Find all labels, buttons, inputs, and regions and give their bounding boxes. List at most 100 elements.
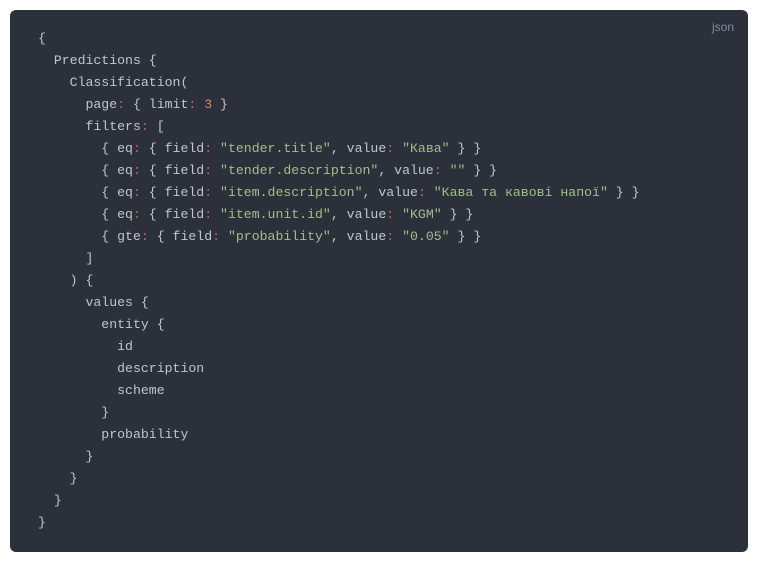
code-token: } } [450, 229, 482, 244]
code-line: ) { [38, 273, 93, 288]
code-token: } [38, 493, 62, 508]
code-token: "" [450, 163, 466, 178]
code-token: } } [608, 185, 640, 200]
code-token: { eq [38, 185, 133, 200]
code-token [426, 185, 434, 200]
code-token: 3 [204, 97, 212, 112]
code-token: { eq [38, 163, 133, 178]
code-token: : [204, 185, 212, 200]
code-token: page [38, 97, 117, 112]
code-line: probability [38, 427, 188, 442]
code-line: scheme [38, 383, 165, 398]
code-token: } [212, 97, 228, 112]
code-token: "Кава" [402, 141, 449, 156]
code-token: : [117, 97, 125, 112]
code-token: : [204, 207, 212, 222]
code-token: values { [38, 295, 149, 310]
code-token: { field [141, 185, 204, 200]
code-token [212, 207, 220, 222]
code-line: id [38, 339, 133, 354]
code-token: , value [363, 185, 418, 200]
code-line: } [38, 515, 46, 530]
code-token: "probability" [228, 229, 331, 244]
code-line: { gte: { field: "probability", value: "0… [38, 229, 481, 244]
code-line: Classification( [38, 75, 188, 90]
code-token: , value [331, 207, 386, 222]
code-token: { field [141, 163, 204, 178]
code-token: , value [331, 229, 386, 244]
code-token: { eq [38, 207, 133, 222]
code-token: "item.unit.id" [220, 207, 331, 222]
code-token: "Кава та кавові напої" [434, 185, 608, 200]
code-token: { gte [38, 229, 141, 244]
code-token: } [38, 405, 109, 420]
code-line: } [38, 471, 78, 486]
code-token: : [434, 163, 442, 178]
code-token: "0.05" [402, 229, 449, 244]
code-token [212, 141, 220, 156]
code: { Predictions { Classification( page: { … [38, 31, 640, 530]
code-token: "tender.title" [220, 141, 331, 156]
code-token [394, 141, 402, 156]
code-token: : [133, 207, 141, 222]
code-line: entity { [38, 317, 165, 332]
code-token [212, 185, 220, 200]
code-token: : [386, 229, 394, 244]
code-token [394, 229, 402, 244]
code-token: } } [450, 141, 482, 156]
code-token [220, 229, 228, 244]
code-token [442, 163, 450, 178]
code-content: { Predictions { Classification( page: { … [38, 28, 728, 534]
code-line: values { [38, 295, 149, 310]
code-token: : [133, 141, 141, 156]
code-token: } [38, 449, 93, 464]
code-token: : [204, 163, 212, 178]
code-token: : [133, 163, 141, 178]
code-token: } } [442, 207, 474, 222]
code-token: { field [141, 141, 204, 156]
code-token: : [386, 207, 394, 222]
code-line: filters: [ [38, 119, 165, 134]
code-line: page: { limit: 3 } [38, 97, 228, 112]
code-token: { field [149, 229, 212, 244]
code-token: , value [331, 141, 386, 156]
code-token: { eq [38, 141, 133, 156]
code-token: "tender.description" [220, 163, 378, 178]
code-token: filters [38, 119, 141, 134]
code-line: { eq: { field: "tender.title", value: "К… [38, 141, 481, 156]
code-token: entity { [38, 317, 165, 332]
code-line: { eq: { field: "item.unit.id", value: "K… [38, 207, 473, 222]
code-line: } [38, 405, 109, 420]
code-token: } [38, 471, 78, 486]
code-token: : [386, 141, 394, 156]
code-token: : [133, 185, 141, 200]
code-token: } [38, 515, 46, 530]
code-token: { [38, 31, 46, 46]
code-token: [ [149, 119, 165, 134]
code-line: } [38, 493, 62, 508]
code-line: { [38, 31, 46, 46]
code-line: Predictions { [38, 53, 157, 68]
code-token: { field [141, 207, 204, 222]
code-line: { eq: { field: "tender.description", val… [38, 163, 497, 178]
code-token: : [141, 119, 149, 134]
code-token: : [418, 185, 426, 200]
language-tag: json [712, 20, 734, 34]
code-token: { limit [125, 97, 188, 112]
code-token: ) { [38, 273, 93, 288]
code-token [394, 207, 402, 222]
code-token: } } [465, 163, 497, 178]
code-token: Predictions { [38, 53, 157, 68]
code-token: description [38, 361, 204, 376]
code-token: : [204, 141, 212, 156]
code-token: scheme [38, 383, 165, 398]
code-token: : [141, 229, 149, 244]
code-block: json { Predictions { Classification( pag… [10, 10, 748, 552]
code-token: id [38, 339, 133, 354]
code-token: "item.description" [220, 185, 362, 200]
code-token: Classification( [38, 75, 188, 90]
code-token [212, 163, 220, 178]
code-line: ] [38, 251, 93, 266]
code-token: "KGM" [402, 207, 442, 222]
code-token: probability [38, 427, 188, 442]
